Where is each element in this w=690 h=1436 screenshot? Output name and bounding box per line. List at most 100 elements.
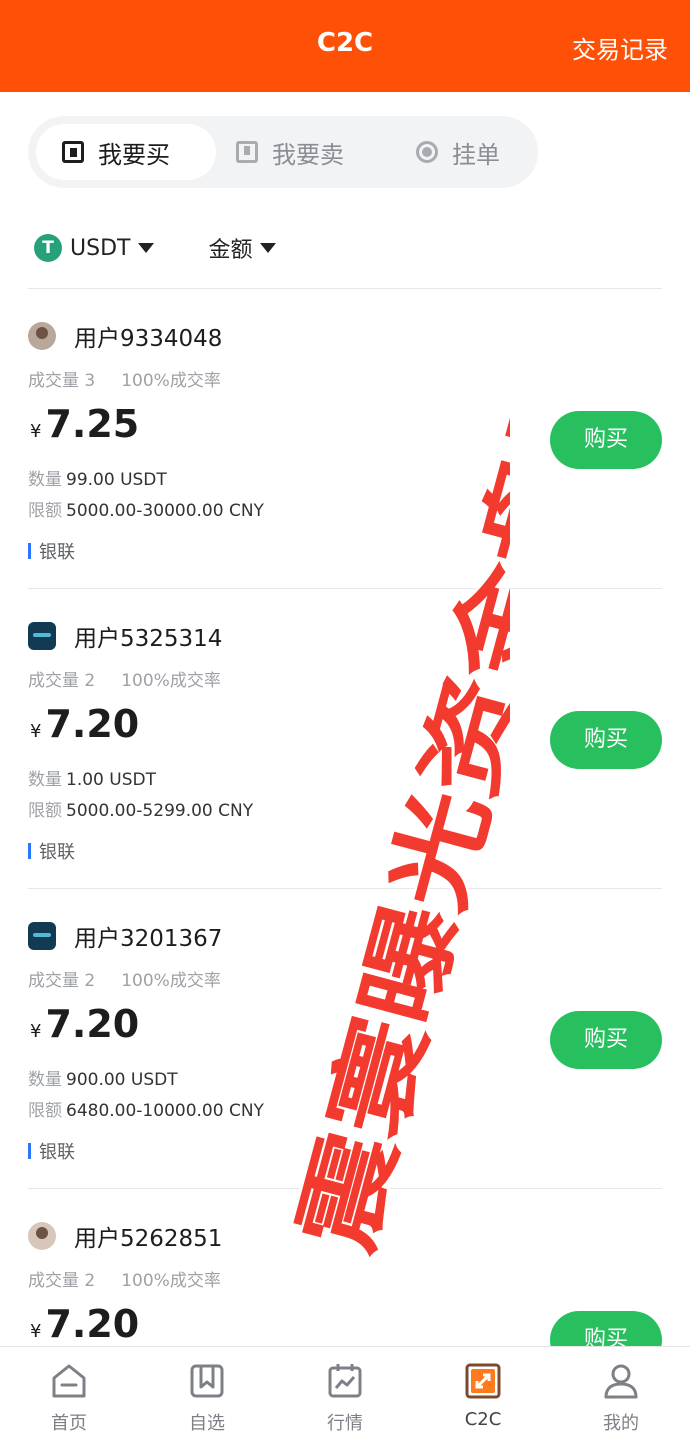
tab-home-label: 首页 xyxy=(51,1413,87,1434)
username: 用户3201367 xyxy=(74,926,223,952)
completion-rate: 100%成交率 xyxy=(121,1271,221,1291)
payment-method: 银联 xyxy=(28,1138,75,1164)
payment-label: 银联 xyxy=(39,542,75,563)
username: 用户5325314 xyxy=(74,626,223,652)
trade-count: 成交量 2 xyxy=(28,671,96,691)
offer-stats: 成交量 2 100%成交率 xyxy=(28,666,221,691)
trade-mode-switch: 我要买 我要卖 挂单 xyxy=(28,116,538,188)
caret-down-icon xyxy=(138,243,155,253)
quantity-label: 数量 xyxy=(28,770,62,790)
target-icon xyxy=(416,141,438,163)
offer-user[interactable]: 用户9334048 xyxy=(28,319,222,353)
currency-symbol: ¥ xyxy=(30,421,42,442)
tab-market[interactable]: 行情 xyxy=(276,1347,414,1436)
offer-card: 用户9334048 成交量 3 100%成交率 ¥ 7.25 数量 99.00 U… xyxy=(28,288,662,588)
top-header: C2C 交易记录 xyxy=(0,0,690,92)
payment-method: 银联 xyxy=(28,538,75,564)
wallet-icon xyxy=(236,141,258,163)
offer-quantity: 数量 900.00 USDT xyxy=(28,1065,178,1090)
offer-price: ¥ 7.20 xyxy=(30,702,139,746)
quantity-label: 数量 xyxy=(28,470,62,490)
offer-user[interactable]: 用户5262851 xyxy=(28,1219,222,1253)
tab-buy-label: 我要买 xyxy=(98,140,170,169)
currency-symbol: ¥ xyxy=(30,1321,42,1342)
offer-price: ¥ 7.20 xyxy=(30,1002,139,1046)
wallet-icon xyxy=(62,141,84,163)
trade-count: 成交量 3 xyxy=(28,371,96,391)
price-value: 7.20 xyxy=(45,702,140,746)
offer-limit: 限额 5000.00-5299.00 CNY xyxy=(28,796,253,821)
limit-value: 5000.00-5299.00 CNY xyxy=(66,801,254,821)
tab-sell[interactable]: 我要卖 xyxy=(236,124,386,180)
tab-c2c[interactable]: C2C xyxy=(414,1347,552,1436)
completion-rate: 100%成交率 xyxy=(121,971,221,991)
limit-label: 限额 xyxy=(28,1101,62,1121)
avatar xyxy=(28,1222,56,1250)
tab-buy[interactable]: 我要买 xyxy=(36,124,216,180)
limit-label: 限额 xyxy=(28,801,62,821)
quantity-value: 99.00 USDT xyxy=(66,470,167,490)
offer-stats: 成交量 2 100%成交率 xyxy=(28,966,221,991)
offer-stats: 成交量 2 100%成交率 xyxy=(28,1266,221,1291)
buy-button[interactable]: 购买 xyxy=(550,1011,662,1069)
tab-watchlist[interactable]: 自选 xyxy=(138,1347,276,1436)
quantity-value: 1.00 USDT xyxy=(66,770,156,790)
user-icon xyxy=(604,1364,638,1399)
offer-price: ¥ 7.20 xyxy=(30,1302,139,1346)
offer-stats: 成交量 3 100%成交率 xyxy=(28,366,221,391)
payment-label: 银联 xyxy=(39,1142,75,1163)
currency-symbol: ¥ xyxy=(30,721,42,742)
filter-bar: T USDT 金额 xyxy=(34,228,277,268)
payment-label: 银联 xyxy=(39,842,75,863)
payment-method: 银联 xyxy=(28,838,75,864)
completion-rate: 100%成交率 xyxy=(121,671,221,691)
bottom-tab-bar: 首页 自选 行情 C2C 我的 xyxy=(0,1346,690,1436)
offer-price: ¥ 7.25 xyxy=(30,402,139,446)
offer-limit: 限额 6480.00-10000.00 CNY xyxy=(28,1096,264,1121)
coin-filter[interactable]: T USDT xyxy=(34,234,155,262)
tab-sell-label: 我要卖 xyxy=(272,140,344,169)
username: 用户9334048 xyxy=(74,326,223,352)
tab-home[interactable]: 首页 xyxy=(0,1347,138,1436)
quantity-value: 900.00 USDT xyxy=(66,1070,178,1090)
amount-filter[interactable]: 金额 xyxy=(208,232,277,264)
offer-card: 用户5325314 成交量 2 100%成交率 ¥ 7.20 数量 1.00 US… xyxy=(28,588,662,888)
avatar xyxy=(28,922,56,950)
coin-filter-label: USDT xyxy=(70,235,131,261)
limit-label: 限额 xyxy=(28,501,62,521)
price-value: 7.20 xyxy=(45,1302,140,1346)
price-value: 7.25 xyxy=(45,402,140,446)
tab-orders-label: 挂单 xyxy=(452,140,500,169)
tab-mine[interactable]: 我的 xyxy=(552,1347,690,1436)
currency-symbol: ¥ xyxy=(30,1021,42,1042)
offer-user[interactable]: 用户5325314 xyxy=(28,619,222,653)
bookmark-icon xyxy=(190,1364,224,1398)
completion-rate: 100%成交率 xyxy=(121,371,221,391)
buy-button[interactable]: 购买 xyxy=(550,711,662,769)
limit-value: 6480.00-10000.00 CNY xyxy=(66,1101,264,1121)
chart-icon xyxy=(328,1364,362,1398)
limit-value: 5000.00-30000.00 CNY xyxy=(66,501,264,521)
payment-marker xyxy=(28,1143,31,1159)
tab-c2c-label: C2C xyxy=(464,1409,502,1430)
quantity-label: 数量 xyxy=(28,1070,62,1090)
tab-orders[interactable]: 挂单 xyxy=(416,124,526,180)
home-icon xyxy=(52,1364,86,1398)
offer-quantity: 数量 99.00 USDT xyxy=(28,465,167,490)
c2c-icon xyxy=(465,1363,501,1399)
username: 用户5262851 xyxy=(74,1226,223,1252)
offer-quantity: 数量 1.00 USDT xyxy=(28,765,156,790)
trade-records-link[interactable]: 交易记录 xyxy=(572,30,668,65)
tab-mine-label: 我的 xyxy=(603,1413,639,1434)
payment-marker xyxy=(28,543,31,559)
offer-user[interactable]: 用户3201367 xyxy=(28,919,222,953)
price-value: 7.20 xyxy=(45,1002,140,1046)
amount-filter-label: 金额 xyxy=(208,238,253,263)
offer-list: 用户9334048 成交量 3 100%成交率 ¥ 7.25 数量 99.00 U… xyxy=(0,288,690,1436)
offer-card: 用户3201367 成交量 2 100%成交率 ¥ 7.20 数量 900.00 … xyxy=(28,888,662,1188)
tether-icon: T xyxy=(34,234,62,262)
tab-market-label: 行情 xyxy=(327,1413,363,1434)
buy-button[interactable]: 购买 xyxy=(550,411,662,469)
avatar xyxy=(28,322,56,350)
avatar xyxy=(28,622,56,650)
